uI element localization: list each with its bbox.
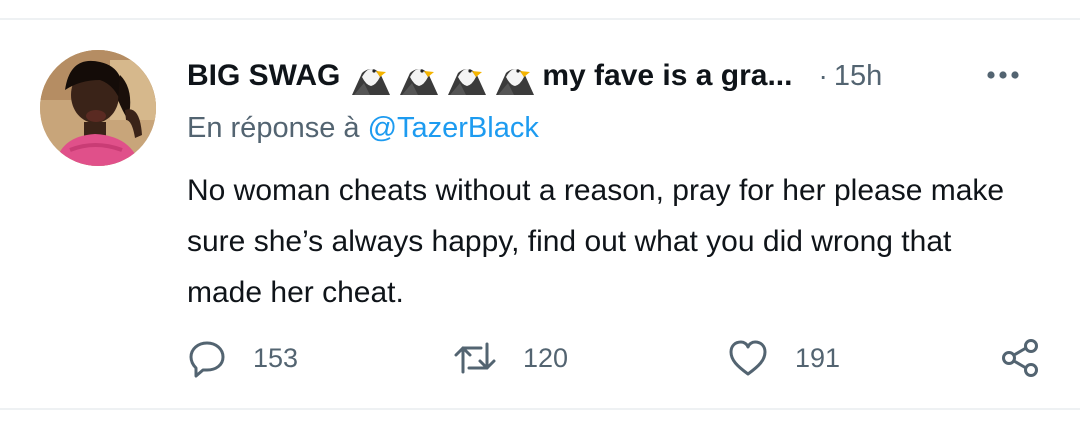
reply-count: 153 <box>253 342 299 373</box>
tweet-text: No woman cheats without a reason, pray f… <box>187 174 1005 309</box>
separator-dot: · <box>818 60 828 91</box>
top-divider <box>0 18 1080 20</box>
action-bar: 153 120 191 <box>187 336 1047 380</box>
display-name-suffix[interactable]: my fave is a gra... <box>542 59 792 93</box>
reply-context: En réponse à @TazerBlack <box>187 112 539 145</box>
tweet-header: BIG SWAG my fave is a gra... · 15h <box>187 52 1047 100</box>
share-icon <box>1002 339 1038 377</box>
retweet-button[interactable]: 120 <box>453 336 568 380</box>
eagle-emoji-icon <box>496 69 535 95</box>
eagle-emoji-icon <box>448 69 487 95</box>
eagle-emoji-icon <box>352 69 391 95</box>
display-name[interactable]: BIG SWAG <box>187 59 340 93</box>
timestamp[interactable]: 15h <box>834 60 882 93</box>
reply-button[interactable]: 153 <box>187 336 298 380</box>
retweet-icon <box>454 342 496 374</box>
share-button[interactable] <box>999 336 1041 380</box>
like-button[interactable]: 191 <box>727 336 840 380</box>
more-options-icon[interactable] <box>983 60 1023 90</box>
reply-handle-link[interactable]: @TazerBlack <box>368 112 539 144</box>
retweet-count: 120 <box>523 342 569 373</box>
like-count: 191 <box>795 342 841 373</box>
name-emoji-group <box>350 55 536 97</box>
bottom-divider <box>0 408 1080 410</box>
comment-icon <box>189 341 225 378</box>
reply-prefix: En réponse à <box>187 112 360 144</box>
avatar[interactable] <box>40 50 156 166</box>
eagle-emoji-icon <box>400 69 439 95</box>
heart-icon <box>729 340 767 376</box>
